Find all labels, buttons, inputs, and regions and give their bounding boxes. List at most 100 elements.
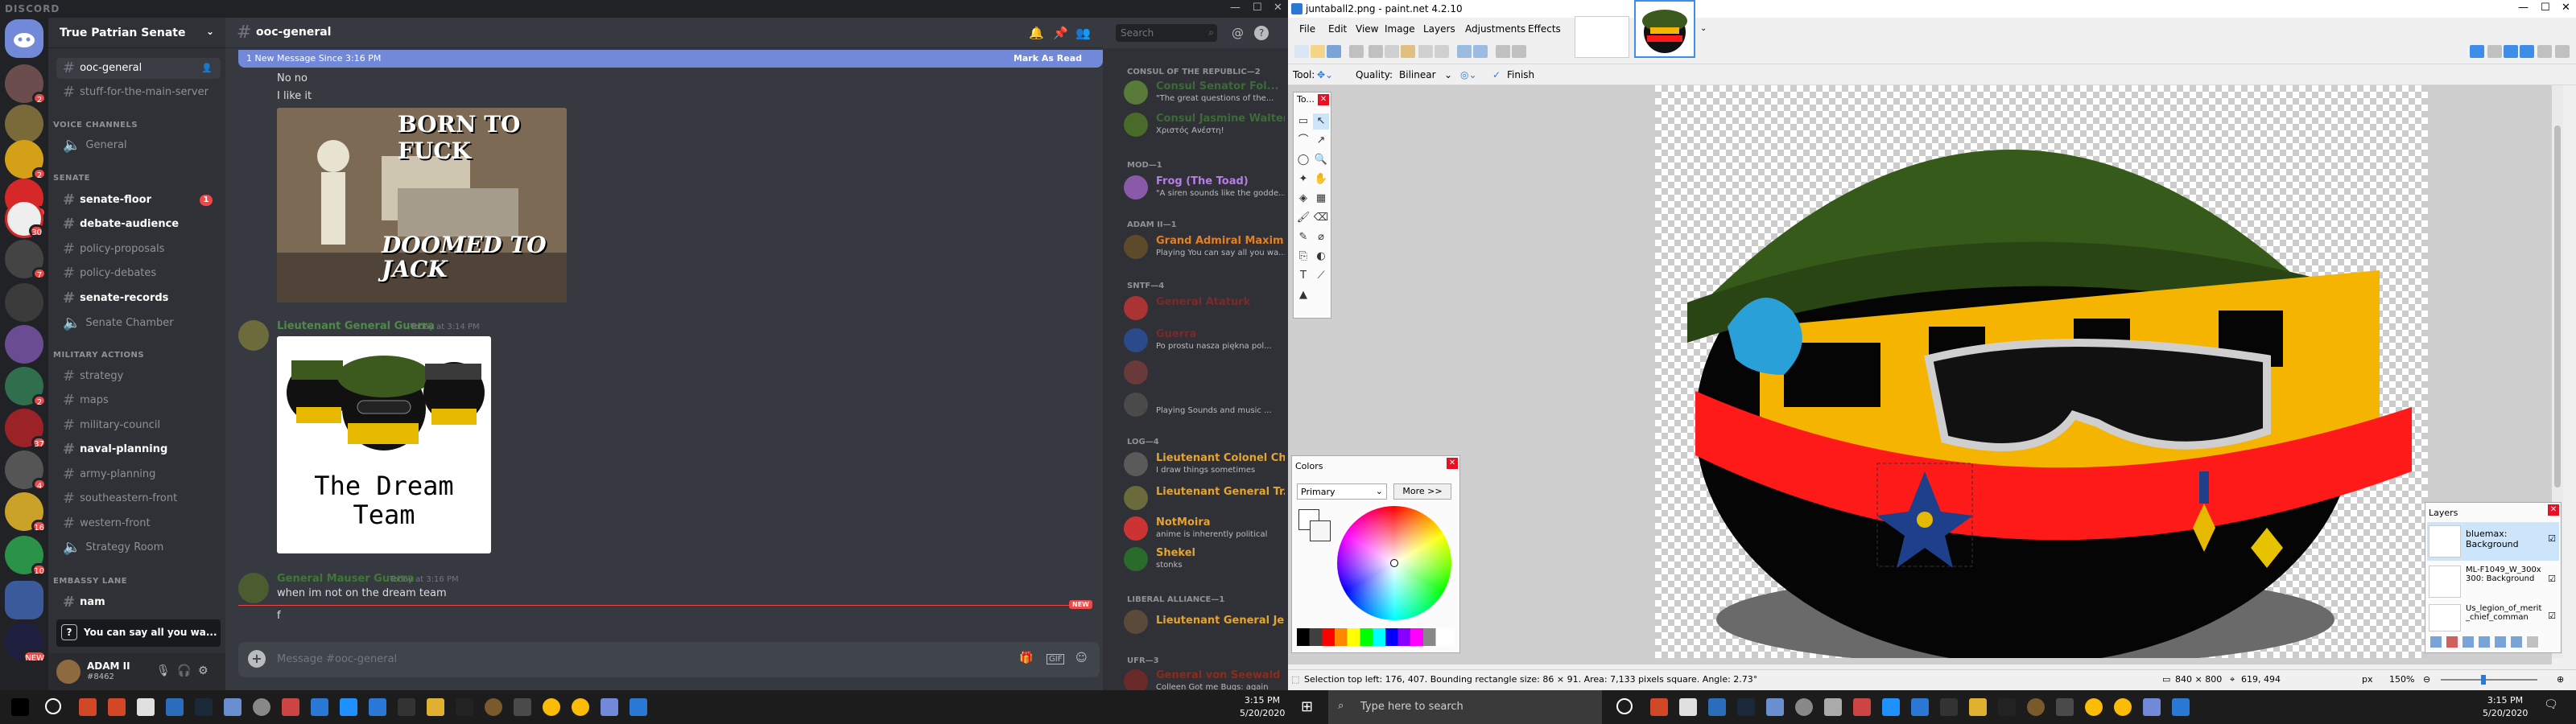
app-icon[interactable] <box>1998 698 2016 716</box>
cut-icon[interactable] <box>1368 45 1383 58</box>
members-icon[interactable]: 👥 <box>1075 26 1091 40</box>
discord-icon[interactable] <box>2143 698 2161 716</box>
discord-icon[interactable] <box>601 698 618 716</box>
menu-adjustments[interactable]: Adjustments <box>1465 23 1525 35</box>
chrome-icon[interactable] <box>572 698 589 716</box>
server-icon[interactable]: 10 <box>5 536 47 576</box>
help-icon[interactable] <box>2555 45 2570 58</box>
quality-dropdown[interactable]: Bilinear <box>1399 69 1436 80</box>
app-icon[interactable] <box>2027 698 2045 716</box>
chevron-down-icon[interactable]: ⌄ <box>1444 69 1452 80</box>
member-row[interactable]: Shekel stonks <box>1124 545 1285 576</box>
category-embassy[interactable]: EMBASSY LANE <box>53 577 127 586</box>
server-icon[interactable] <box>5 325 43 364</box>
edge-icon[interactable] <box>1911 698 1929 716</box>
zoom-in-icon[interactable]: ⊕ <box>2557 674 2564 685</box>
server-icon[interactable]: 2 <box>5 64 47 105</box>
member-row[interactable]: Guerra Po prostu nasza piękna pol... <box>1124 327 1285 357</box>
server-icon[interactable]: 2 <box>5 367 47 407</box>
edge-icon[interactable] <box>369 698 386 716</box>
member-row[interactable]: Consul Senator Fol... "The great question… <box>1124 79 1285 109</box>
member-row[interactable]: Grand Admiral Maxim... Playing You can sa… <box>1124 233 1285 264</box>
move-selection-icon[interactable]: ✥⌄ <box>1317 69 1333 80</box>
message-input[interactable]: Message #ooc-general <box>277 653 397 665</box>
deselect-icon[interactable] <box>1435 45 1449 58</box>
pin-icon[interactable]: 📌 <box>1053 26 1068 40</box>
checkbox-icon[interactable]: ☑ <box>2548 533 2556 544</box>
channel-southeastern-front[interactable]: # southeastern-front <box>56 488 221 509</box>
app-icon[interactable] <box>108 698 126 716</box>
channel-naval-planning[interactable]: # naval-planning <box>56 439 221 460</box>
chrome-icon[interactable] <box>543 698 560 716</box>
chrome-icon[interactable] <box>2114 698 2132 716</box>
chrome-icon[interactable] <box>2085 698 2103 716</box>
server-icon[interactable]: NEW <box>5 623 47 663</box>
store-icon[interactable] <box>1679 698 1697 716</box>
lasso-icon[interactable]: ⌒ <box>1295 133 1311 149</box>
zoom-out-icon[interactable]: ⊖ <box>2423 674 2430 685</box>
file-explorer-icon[interactable] <box>427 698 444 716</box>
canvas[interactable] <box>1655 85 2428 666</box>
gif-icon[interactable]: GIF <box>1046 654 1065 664</box>
app-icon[interactable] <box>1824 698 1842 716</box>
crop-icon[interactable] <box>1418 45 1433 58</box>
grid-icon[interactable] <box>1496 45 1510 58</box>
copy-icon[interactable] <box>1385 45 1399 58</box>
ellipse-select-icon[interactable]: ◯ <box>1295 152 1311 168</box>
server-icon[interactable]: 2 <box>5 140 47 180</box>
ruler-icon[interactable] <box>1512 45 1526 58</box>
undo-icon[interactable] <box>1457 45 1472 58</box>
layer-row[interactable]: Us_legion_of_merit_chief_comman ☑ <box>2427 603 2559 633</box>
merge-layer-icon[interactable] <box>2479 636 2490 648</box>
minimize-icon[interactable]: — <box>1230 2 1241 14</box>
clock-time[interactable]: 3:15 PM <box>2483 695 2528 705</box>
channel-senate-floor[interactable]: # senate-floor 1 <box>56 190 221 211</box>
channel-maps[interactable]: # maps <box>56 390 221 411</box>
app-icon[interactable] <box>1795 698 1813 716</box>
member-row[interactable]: Lieutenant General Tr... <box>1124 484 1285 515</box>
voice-channel-senate-chamber[interactable]: 🔈 Senate Chamber <box>56 313 221 334</box>
channel-western-front[interactable]: # western-front <box>56 513 221 534</box>
close-icon[interactable]: ✕ <box>1318 94 1329 105</box>
avatar[interactable] <box>238 320 269 351</box>
close-icon[interactable]: ✕ <box>2562 2 2570 14</box>
cortana-icon[interactable] <box>45 698 61 714</box>
channel-ooc-general[interactable]: # ooc-general 👤 <box>56 58 221 79</box>
store-icon[interactable] <box>137 698 155 716</box>
paste-icon[interactable] <box>1401 45 1415 58</box>
scroll-thumb[interactable] <box>2554 125 2561 487</box>
menu-effects[interactable]: Effects <box>1528 23 1561 35</box>
home-button[interactable] <box>5 19 43 58</box>
finish-button[interactable]: Finish <box>1507 69 1534 80</box>
zoom-level[interactable]: 150% <box>2389 674 2414 685</box>
layers-toggle-icon[interactable] <box>2504 45 2518 58</box>
mail-icon[interactable] <box>1708 698 1726 716</box>
clock-date[interactable]: 5/20/2020 <box>1240 708 1285 718</box>
activity-popup[interactable]: ? You can say all you wa... <box>56 619 221 647</box>
member-row[interactable]: General von Seewald Colleen Got me Bugs: … <box>1124 668 1285 690</box>
line-icon[interactable]: ⟋ <box>1313 268 1329 284</box>
palette[interactable] <box>1297 628 1455 646</box>
member-row[interactable]: NotMoira anime is inherently political <box>1124 515 1285 545</box>
at-icon[interactable]: @ <box>1232 26 1244 40</box>
member-row[interactable]: General Ataturk <box>1124 294 1285 325</box>
channel-stuff[interactable]: # stuff-for-the-main-server <box>56 82 221 103</box>
category-military[interactable]: MILITARY ACTIONS <box>53 351 144 360</box>
channel-debate-audience[interactable]: # debate-audience <box>56 214 221 235</box>
member-row[interactable]: Lieutenant Colonel Ch... I draw things so… <box>1124 450 1285 481</box>
taskbar-search[interactable]: ⌕ Type here to search <box>1328 690 1602 724</box>
category-voice[interactable]: VOICE CHANNELS <box>53 121 138 130</box>
server-icon[interactable]: 37 <box>5 409 47 449</box>
search-input[interactable]: Search ⌕ <box>1116 24 1217 42</box>
search-icon[interactable] <box>11 698 29 716</box>
add-layer-icon[interactable] <box>2430 636 2442 648</box>
history-icon[interactable] <box>2487 45 2502 58</box>
member-row[interactable]: Consul Jasmine Walter Χριστός Ανέστη! <box>1124 111 1285 142</box>
mark-as-read-button[interactable]: Mark As Read <box>1013 50 1082 68</box>
menu-image[interactable]: Image <box>1385 23 1415 35</box>
steam-icon[interactable] <box>195 698 213 716</box>
avatar[interactable] <box>238 573 269 603</box>
headphones-icon[interactable]: 🎧 <box>177 664 191 677</box>
server-icon[interactable]: 30 <box>5 200 44 238</box>
dream-team-image[interactable]: The Dream Team <box>277 336 491 553</box>
